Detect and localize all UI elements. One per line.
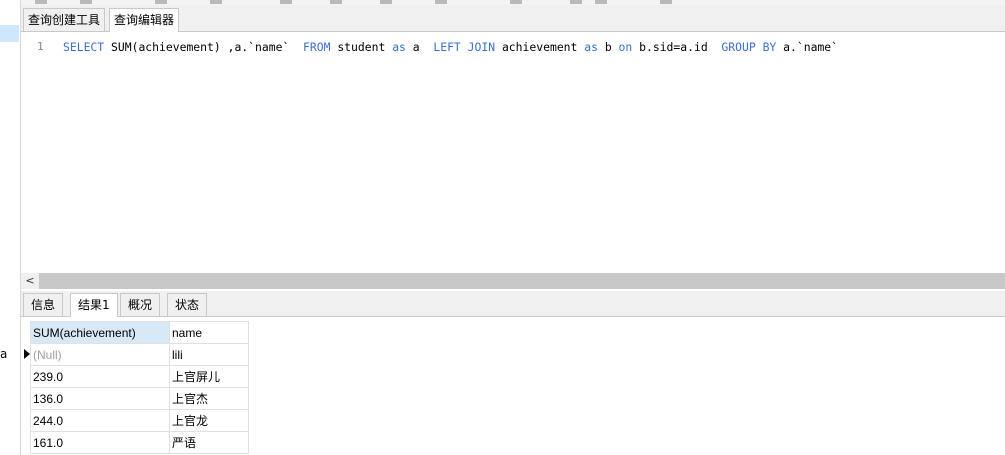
tab-result1[interactable]: 结果1 [70,293,118,317]
table-cell[interactable]: 严语 [169,431,249,454]
grid-header-row: SUM(achievement) name [24,321,249,344]
table-cell[interactable]: 上官龙 [169,409,249,432]
table-cell[interactable]: 161.0 [30,431,170,454]
sql-text: b.sid=a.id [632,40,722,54]
tab-query-builder[interactable]: 查询创建工具 [23,8,106,31]
horizontal-scrollbar[interactable]: < [21,273,1005,289]
scroll-left-icon[interactable]: < [21,273,39,289]
sql-keyword: FROM [303,40,331,54]
table-cell[interactable]: lili [169,343,249,366]
object-tree-pane: a [0,0,20,455]
tab-status[interactable]: 状态 [167,293,208,316]
line-number: 1 [37,40,44,53]
table-cell[interactable]: 244.0 [30,409,170,432]
sql-keyword: GROUP BY [721,40,777,54]
sql-text: student [330,40,393,54]
editor-tab-bar: 查询创建工具 查询编辑器 [21,5,1005,32]
sql-keyword: LEFT JOIN [433,40,496,54]
result-tab-bar: 信息 结果1 概况 状态 [21,291,1005,317]
table-row[interactable]: 239.0 上官屏儿 [24,365,249,388]
table-cell[interactable]: 上官屏儿 [169,365,249,388]
sql-code-line[interactable]: SELECT SUM(achievement) ,a.`name` FROM s… [63,40,838,54]
sql-text: achievement [495,40,585,54]
tree-truncated-label: a [0,347,8,361]
sql-text: b [597,40,619,54]
sql-keyword: as [584,40,598,54]
table-row[interactable]: (Null) lili [24,343,249,366]
line-number-gutter: 1 [21,32,61,273]
sql-text: a [405,40,434,54]
table-row[interactable]: 244.0 上官龙 [24,409,249,432]
sql-keyword: on [618,40,633,54]
column-header-sum[interactable]: SUM(achievement) [30,321,170,344]
sql-text: SUM(achievement) ,a.`name` [104,40,304,54]
sql-editor[interactable]: 1 SELECT SUM(achievement) ,a.`name` FROM… [21,32,1005,273]
tree-selected-item[interactable] [0,25,19,42]
table-cell[interactable]: (Null) [30,343,170,366]
sql-keyword: as [392,40,406,54]
sql-keyword: SELECT [63,40,105,54]
tab-info[interactable]: 信息 [23,293,64,316]
tab-query-editor[interactable]: 查询编辑器 [109,8,180,32]
table-cell[interactable]: 136.0 [30,387,170,410]
table-cell[interactable]: 239.0 [30,365,170,388]
tab-profile[interactable]: 概况 [120,293,161,316]
column-header-name[interactable]: name [169,321,249,344]
table-row[interactable]: 136.0 上官杰 [24,387,249,410]
table-cell[interactable]: 上官杰 [169,387,249,410]
sql-text: a.`name` [776,40,839,54]
table-row[interactable]: 161.0 严语 [24,431,249,454]
result-grid[interactable]: SUM(achievement) name (Null) lili 239.0 … [24,321,249,454]
